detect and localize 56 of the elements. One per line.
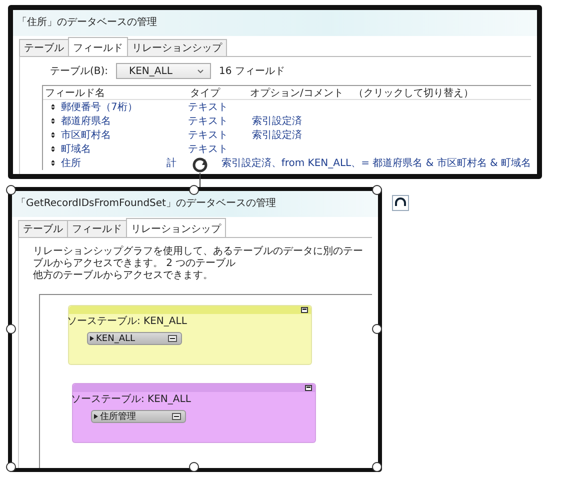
resize-handle[interactable] xyxy=(6,185,16,195)
table-field-pill[interactable]: KEN_ALL xyxy=(87,332,182,345)
occurrence-title: ソーステーブル: KEN_ALL xyxy=(67,314,188,328)
field-name[interactable]: 住所 xyxy=(61,156,81,170)
minus-icon xyxy=(168,335,177,342)
field-type: 計 xyxy=(166,156,178,170)
field-type: テキスト xyxy=(188,129,229,142)
field-type: テキスト xyxy=(188,101,229,114)
field-type: テキスト xyxy=(188,143,229,156)
field-options: 索引設定済、from KEN_ALL、= 都道府県名 & 市区町村名 & 町域名 xyxy=(217,156,531,170)
drag-handle-icon[interactable] xyxy=(51,146,55,152)
tab[interactable]: テーブル xyxy=(18,220,68,237)
field-name[interactable]: 都道府県名 xyxy=(61,114,111,128)
drag-handle-icon[interactable] xyxy=(51,132,55,138)
field-name[interactable]: 市区町村名 xyxy=(61,128,111,142)
rotate-handle-icon[interactable] xyxy=(190,156,210,188)
field-name[interactable]: 町域名 xyxy=(61,142,91,156)
resize-handle[interactable] xyxy=(189,185,199,195)
arrow-icon xyxy=(90,336,94,341)
table-field-pill[interactable]: 住所管理 xyxy=(91,410,186,423)
layout-options-icon[interactable] xyxy=(392,195,409,211)
tab[interactable]: リレーションシップ xyxy=(127,39,227,56)
drag-handle-icon[interactable] xyxy=(51,118,55,124)
description-text: リレーションシップグラフを使用して、あるテーブルのデータに別のテーブルからアクセスできます。 2 つのテーブル xyxy=(33,246,364,270)
resize-handle[interactable] xyxy=(372,324,382,334)
column-header[interactable]: フィールド名 xyxy=(43,86,190,100)
field-options: 索引設定済 xyxy=(248,114,302,128)
resize-handle[interactable] xyxy=(6,324,16,334)
field-options: 索引設定済 xyxy=(248,128,302,142)
tab[interactable]: テーブル xyxy=(19,39,69,56)
collapse-icon[interactable] xyxy=(305,385,312,391)
drag-handle-icon[interactable] xyxy=(51,160,55,166)
collapse-icon[interactable] xyxy=(301,307,308,313)
field-count: 16 フィールド xyxy=(219,65,285,78)
table-occurrence[interactable]: ソーステーブル: KEN_ALL 住所管理 xyxy=(72,383,316,443)
column-header[interactable]: オプション/コメント （クリックして切り替え） xyxy=(250,86,474,100)
window-title: 「GetRecordIDsFromFoundSet」のデータベースの管理 xyxy=(12,191,378,217)
table-occurrence[interactable]: ソーステーブル: KEN_ALL KEN_ALL xyxy=(68,305,312,365)
arrow-icon xyxy=(94,414,98,419)
tab[interactable]: リレーションシップ xyxy=(126,218,226,237)
column-header[interactable]: タイプ xyxy=(190,86,250,100)
resize-handle[interactable] xyxy=(372,185,382,195)
table-dropdown[interactable]: KEN_ALL xyxy=(116,63,212,79)
resize-handle[interactable] xyxy=(6,462,16,472)
drag-handle-icon[interactable] xyxy=(51,104,55,110)
description-text: 他方のテーブルからアクセスできます。 xyxy=(33,270,214,282)
occurrence-title: ソーステーブル: KEN_ALL xyxy=(71,392,192,406)
table-label: テーブル(B): xyxy=(50,64,108,78)
resize-handle[interactable] xyxy=(372,462,382,472)
chevron-down-icon xyxy=(197,68,204,74)
tab[interactable]: フィールド xyxy=(67,220,127,237)
field-type: テキスト xyxy=(188,115,229,128)
window-title: 「住所」のデータベースの管理 xyxy=(13,10,537,36)
resize-handle[interactable] xyxy=(189,462,199,472)
minus-icon xyxy=(172,413,181,420)
field-name[interactable]: 郵便番号（7桁） xyxy=(61,100,138,114)
